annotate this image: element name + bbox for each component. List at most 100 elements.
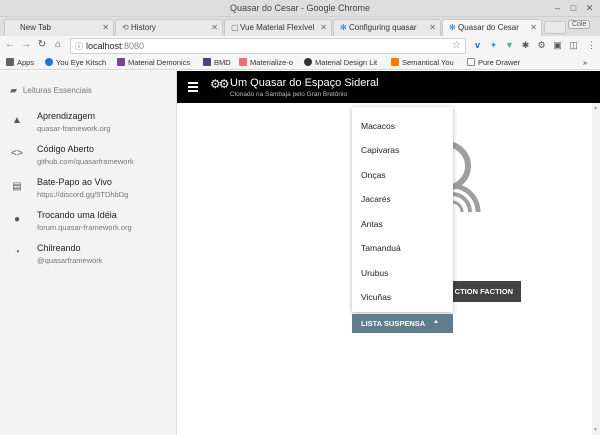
dropdown-button[interactable]: LISTA SUSPENSA ▲ — [352, 314, 453, 333]
bookmark-you-eye-kitsch[interactable]: You Eye Kitsch — [45, 58, 106, 67]
profile-button[interactable]: Cole — [568, 20, 591, 29]
drawer-item-label: Trocando uma Idéia — [37, 210, 117, 220]
bookmark-apps[interactable]: Apps — [6, 58, 34, 67]
tab-vue-material[interactable]: ▢Vue Material Flexível ✕ — [224, 19, 332, 36]
close-tab-icon[interactable]: ✕ — [102, 23, 109, 32]
app-subtitle: Clonado na Sambaja pelo Gran Bretônio — [230, 91, 348, 98]
vue-devtools-icon[interactable]: ▼ — [504, 40, 515, 51]
dropdown-menu: Macacos Capivaras Onças Jacarés Antas Ta… — [352, 107, 453, 312]
drawer-item-aprendizagem[interactable]: ▲ Aprendizagem quasar-framework.org — [0, 107, 176, 141]
chrome-menu-icon[interactable]: ⋮ — [586, 40, 597, 51]
gears-icon: ⚙⚙ — [210, 77, 229, 91]
dropdown-option[interactable]: Vicuñas — [352, 283, 453, 307]
forward-icon[interactable]: → — [20, 39, 32, 50]
reload-icon[interactable]: ↻ — [36, 39, 48, 50]
close-tab-icon[interactable]: ✕ — [320, 23, 327, 32]
tab-new-tab[interactable]: New Tab ✕ — [4, 19, 114, 36]
dropdown-option[interactable]: Tamanduá — [352, 234, 453, 258]
menu-icon[interactable] — [187, 80, 199, 92]
extension-frame-icon[interactable]: ▣ — [552, 40, 563, 51]
bookmark-materialize[interactable]: Materialize-o — [239, 58, 293, 67]
close-tab-icon[interactable]: ✕ — [429, 23, 436, 32]
bookmarks-bar: Apps You Eye Kitsch Material Demonics BM… — [0, 56, 600, 70]
extension-box-icon[interactable]: ◫ — [568, 40, 579, 51]
back-icon[interactable]: ← — [4, 39, 16, 50]
maximize-icon[interactable]: □ — [568, 3, 579, 14]
tab-history[interactable]: ⟲ History ✕ — [115, 19, 223, 36]
bookmark-favicon-icon — [117, 58, 125, 66]
app-header: ⚙⚙ Um Quasar do Espaço Sideral Clonado n… — [177, 71, 600, 103]
dropdown-button-label: LISTA SUSPENSA — [361, 319, 426, 328]
history-icon: ⟲ — [122, 23, 129, 32]
bookmark-favicon-icon — [239, 58, 247, 66]
address-bar[interactable]: ⓘ localhost:8080 ☆ — [70, 38, 466, 54]
drawer-header: ▰ Leituras Essenciais — [10, 85, 92, 95]
scroll-down-icon[interactable]: ▼ — [593, 427, 598, 433]
new-tab-button[interactable] — [544, 21, 566, 34]
bookmark-favicon-icon — [45, 58, 53, 66]
drawer-item-bate-papo[interactable]: ▤ Bate-Papo ao Vivo https://discord.gg/5… — [0, 173, 176, 207]
page-scrollbar[interactable]: ▲ ▼ — [592, 103, 600, 435]
bookmark-favicon-icon — [391, 58, 399, 66]
bookmark-material-design-lite[interactable]: Material Design Lit — [304, 58, 377, 67]
drawer-item-sub: https://discord.gg/5TDhbDg — [37, 190, 129, 199]
tab-label: Quasar do Cesar — [458, 23, 519, 32]
bootstrap-icon — [203, 58, 211, 66]
bookmark-pure-drawer[interactable]: Pure Drawer — [467, 58, 520, 67]
gear-icon: ✻ — [340, 23, 347, 32]
close-tab-icon[interactable]: ✕ — [530, 23, 537, 32]
bookmarks-overflow-icon[interactable]: » — [583, 58, 587, 67]
left-drawer: ▰ Leituras Essenciais ▲ Aprendizagem quas… — [0, 71, 177, 435]
forum-icon: ● — [13, 214, 21, 225]
apps-grid-icon — [6, 58, 14, 66]
tab-label: Vue Material Flexível — [240, 23, 315, 32]
dropdown-option[interactable]: Antas — [352, 210, 453, 234]
tab-quasar-do-cesar[interactable]: ✻ Quasar do Cesar ✕ — [442, 19, 542, 36]
tab-label: History — [131, 23, 156, 32]
dropdown-option[interactable]: Macacos — [352, 112, 453, 136]
drawer-item-sub: forum.quasar-framework.org — [37, 223, 132, 232]
drawer-item-label: Bate-Papo ao Vivo — [37, 177, 112, 187]
dropdown-option[interactable]: Jacarés — [352, 185, 453, 209]
drawer-item-trocando-ideia[interactable]: ● Trocando uma Idéia forum.quasar-framew… — [0, 206, 176, 240]
page-icon: ▢ — [231, 23, 239, 32]
dropdown-option[interactable]: Urubus — [352, 259, 453, 283]
chat-icon: ▤ — [12, 181, 22, 192]
caret-up-icon: ▲ — [433, 319, 439, 325]
drawer-item-codigo-aberto[interactable]: <> Código Aberto github.com/quasarframew… — [0, 140, 176, 174]
rss-icon: ◔ — [13, 247, 21, 258]
extension-v-icon[interactable]: v — [472, 40, 483, 51]
tab-configuring-quasar[interactable]: ✻ Configuring quasar ✕ — [333, 19, 441, 36]
app-title: Um Quasar do Espaço Sideral — [230, 77, 379, 89]
info-icon[interactable]: ⓘ — [75, 41, 83, 52]
book-icon: ▰ — [10, 85, 17, 95]
twitter-icon[interactable]: ✦ — [488, 40, 499, 51]
drawer-item-label: Código Aberto — [37, 144, 95, 154]
bookmark-star-icon[interactable]: ☆ — [452, 40, 461, 51]
drawer-item-sub: quasar-framework.org — [37, 124, 111, 133]
tab-label: New Tab — [20, 23, 51, 32]
scroll-up-icon[interactable]: ▲ — [593, 105, 598, 111]
drawer-item-chilreando[interactable]: ◔ Chilreando @quasarframework — [0, 239, 176, 273]
home-icon[interactable]: ⌂ — [52, 39, 64, 50]
tab-label: Configuring quasar — [349, 23, 417, 32]
minimize-icon[interactable]: – — [552, 3, 563, 14]
bookmark-semantical-you[interactable]: Semantical You — [391, 58, 454, 67]
github-icon — [304, 58, 312, 66]
dropdown-option[interactable]: Onças — [352, 161, 453, 185]
drawer-item-label: Aprendizagem — [37, 111, 96, 121]
bookmark-material-demonics[interactable]: Material Demonics — [117, 58, 190, 67]
bookmark-bmd[interactable]: BMD — [203, 58, 231, 67]
drawer-item-sub: @quasarframework — [37, 256, 103, 265]
code-icon: <> — [11, 148, 23, 159]
extension-puzzle-icon[interactable]: ✱ — [520, 40, 531, 51]
dropdown-option[interactable]: Capivaras — [352, 136, 453, 160]
browser-toolbar: ← → ↻ ⌂ ⓘ localhost:8080 ☆ v ✦ ▼ ✱ ⚙ ▣ ◫… — [0, 36, 600, 56]
close-tab-icon[interactable]: ✕ — [211, 23, 218, 32]
drawer-item-sub: github.com/quasarframework — [37, 157, 134, 166]
tab-strip: New Tab ✕ ⟲ History ✕ ▢Vue Material Flexí… — [0, 17, 600, 36]
extension-gear-icon[interactable]: ⚙ — [536, 40, 547, 51]
drawer-item-label: Chilreando — [37, 243, 81, 253]
close-window-icon[interactable]: ✕ — [584, 3, 595, 14]
window-title: Quasar do Cesar - Google Chrome — [229, 3, 371, 13]
